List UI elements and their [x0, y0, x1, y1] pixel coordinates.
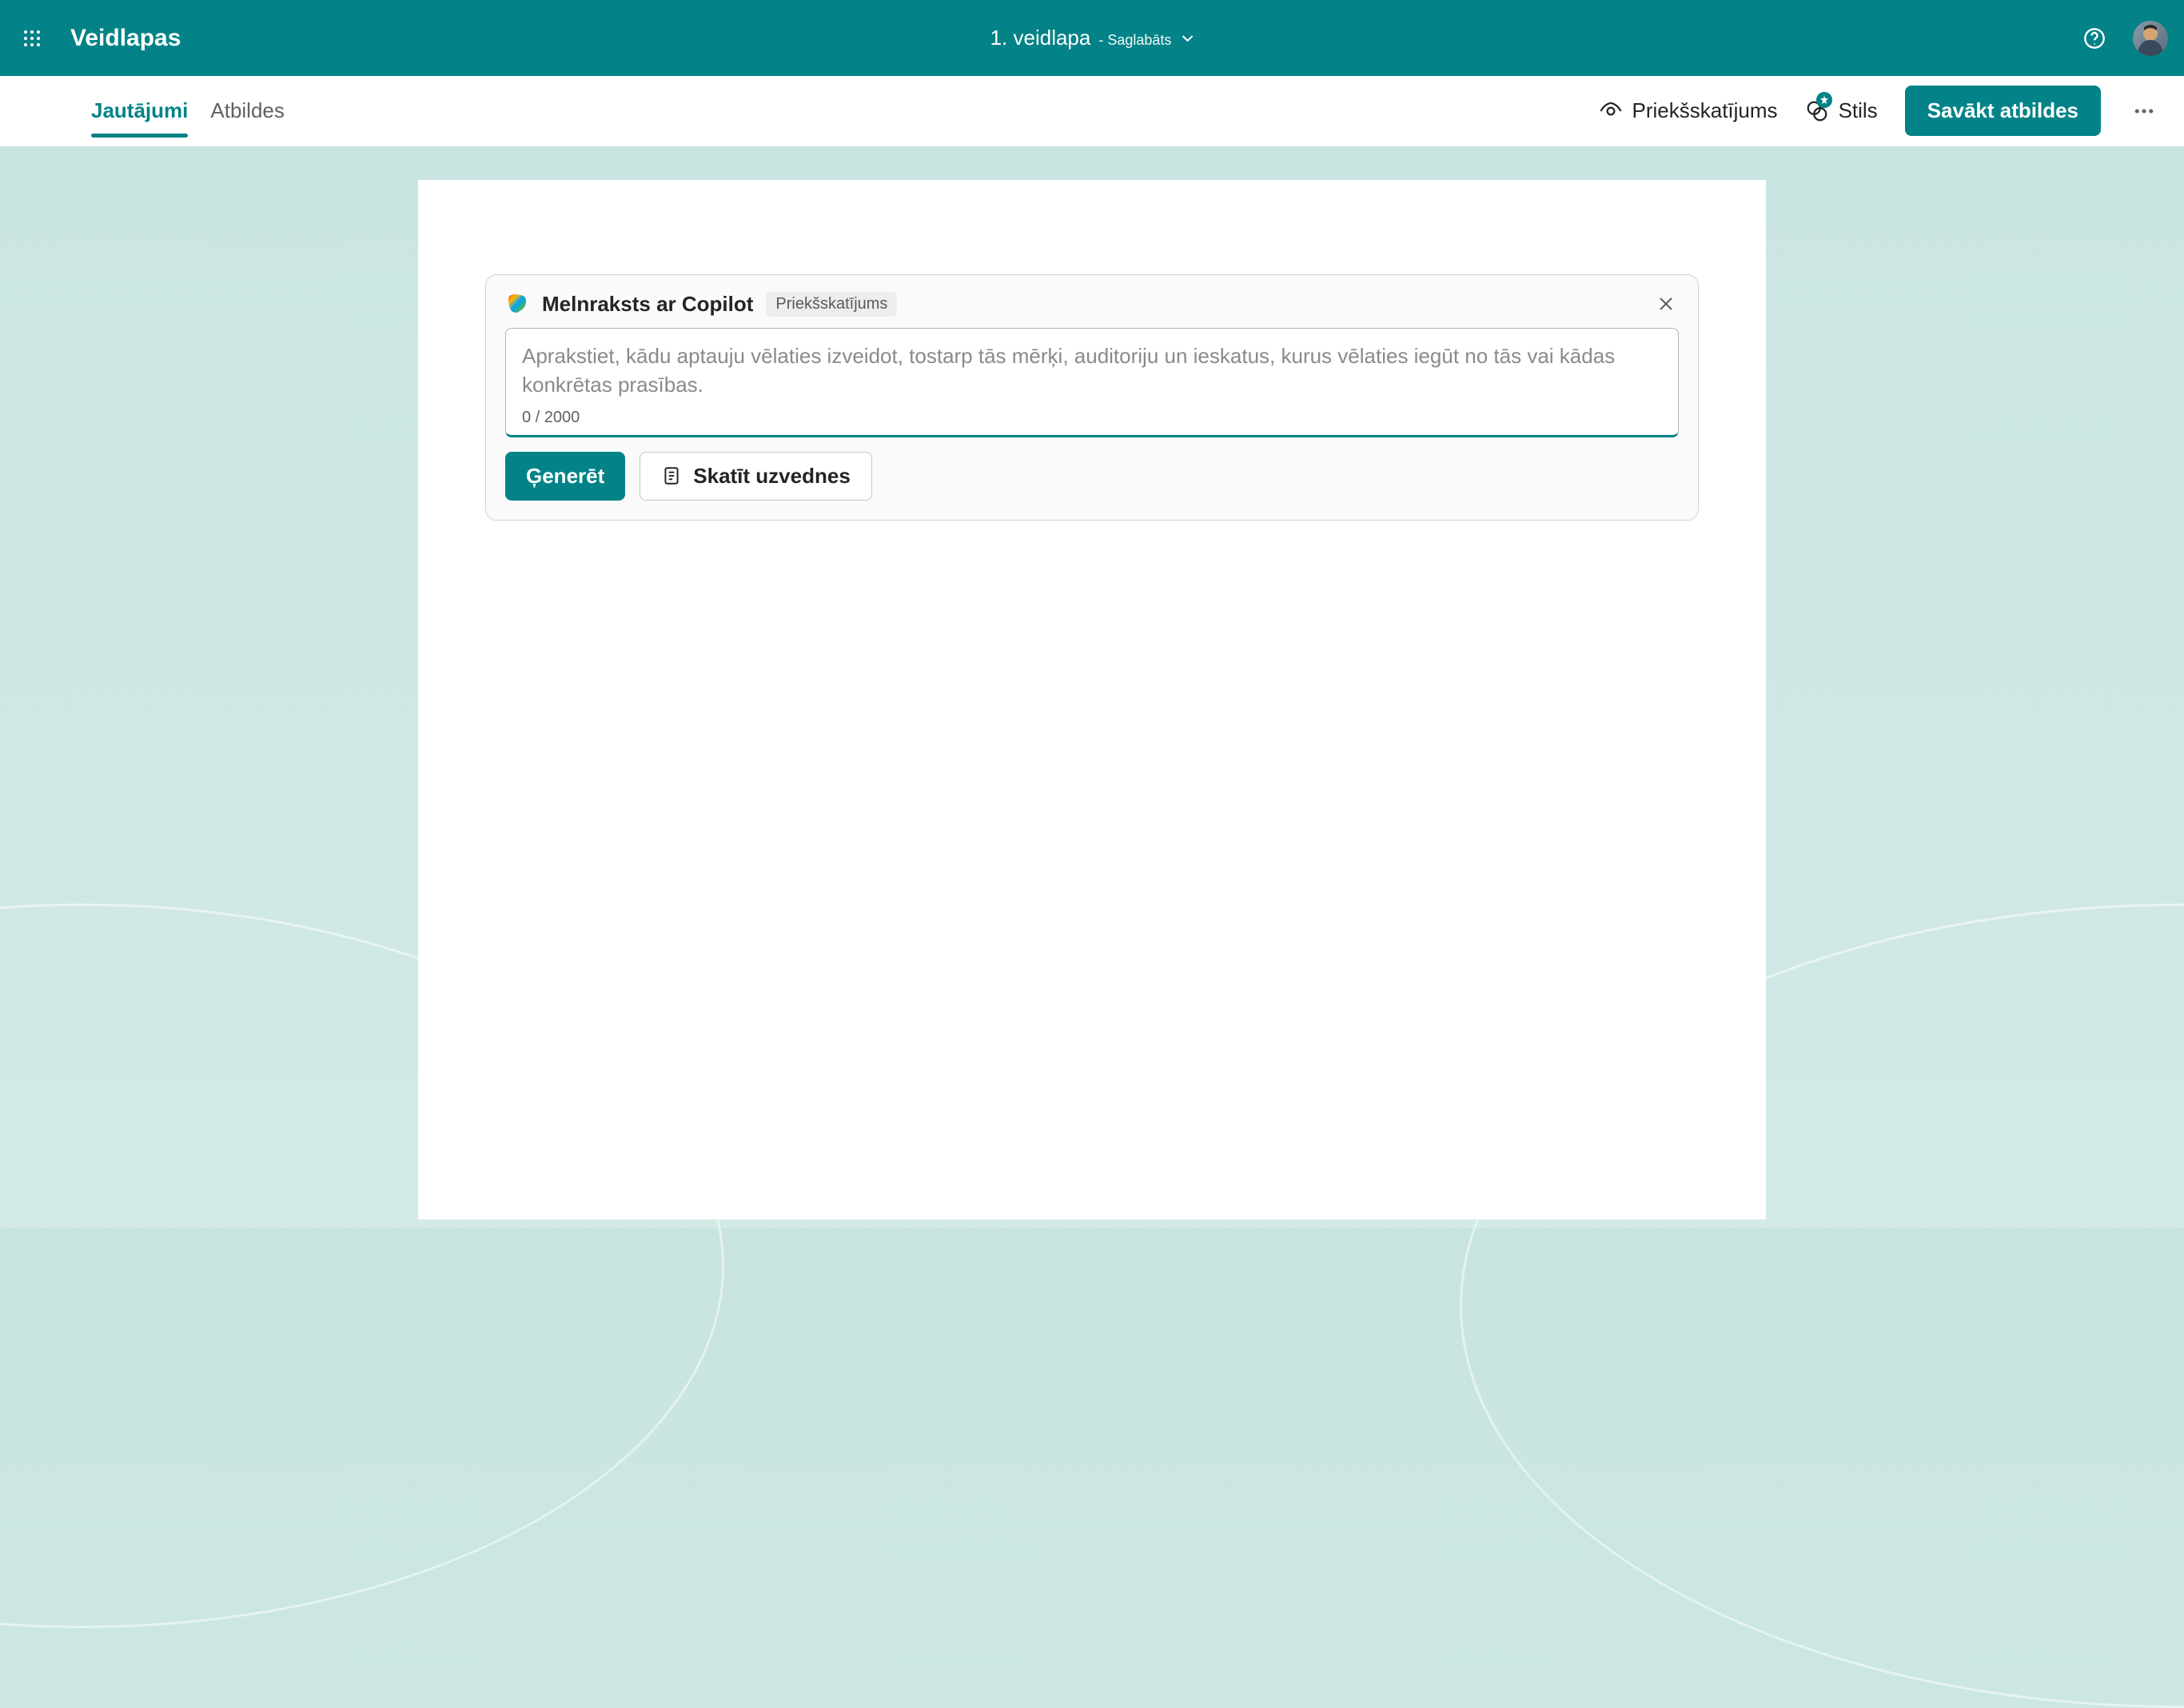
chevron-down-icon — [1181, 32, 1194, 45]
preview-button[interactable]: Priekšskatījums — [1599, 98, 1778, 123]
form-canvas: Melnraksts ar Copilot Priekšskatījums 0 … — [418, 180, 1766, 1219]
style-badge-icon — [1816, 92, 1832, 108]
more-button[interactable] — [2128, 95, 2160, 127]
char-count: 0 / 2000 — [522, 409, 1662, 427]
top-bar: Veidlapas 1. veidlapa - Saglabāts — [0, 0, 2184, 76]
style-button[interactable]: Stils — [1805, 98, 1878, 123]
form-title-dropdown[interactable]: 1. veidlapa - Saglabāts — [990, 26, 1194, 50]
stage: Melnraksts ar Copilot Priekšskatījums 0 … — [0, 146, 2184, 1219]
toolbar: Jautājumi Atbildes Priekšskatījums Stils… — [0, 76, 2184, 146]
help-icon[interactable] — [2078, 22, 2110, 54]
eye-icon — [1599, 99, 1623, 123]
copilot-prompt-input[interactable] — [522, 341, 1662, 400]
preview-label: Priekšskatījums — [1632, 98, 1778, 123]
style-label: Stils — [1839, 98, 1878, 123]
app-name[interactable]: Veidlapas — [70, 25, 181, 52]
copilot-logo-icon — [505, 292, 529, 316]
copilot-input-wrap: 0 / 2000 — [505, 328, 1679, 437]
tab-responses[interactable]: Atbildes — [210, 76, 285, 146]
collect-responses-button[interactable]: Savākt atbildes — [1905, 86, 2101, 136]
form-title: 1. veidlapa — [990, 26, 1091, 50]
copilot-card: Melnraksts ar Copilot Priekšskatījums 0 … — [485, 274, 1699, 521]
app-launcher-icon[interactable] — [16, 22, 48, 54]
copilot-title: Melnraksts ar Copilot — [542, 292, 753, 317]
save-status: - Saglabāts — [1098, 32, 1171, 49]
avatar[interactable] — [2133, 21, 2168, 56]
generate-button[interactable]: Ģenerēt — [505, 452, 625, 501]
tab-questions[interactable]: Jautājumi — [91, 76, 188, 146]
more-icon — [2132, 99, 2156, 123]
copilot-preview-badge: Priekšskatījums — [766, 292, 897, 317]
view-prompts-button[interactable]: Skatīt uzvednes — [640, 452, 872, 501]
prompts-icon — [661, 465, 682, 486]
close-icon — [1657, 295, 1675, 313]
copilot-close-button[interactable] — [1653, 291, 1679, 317]
view-prompts-label: Skatīt uzvednes — [693, 464, 851, 489]
